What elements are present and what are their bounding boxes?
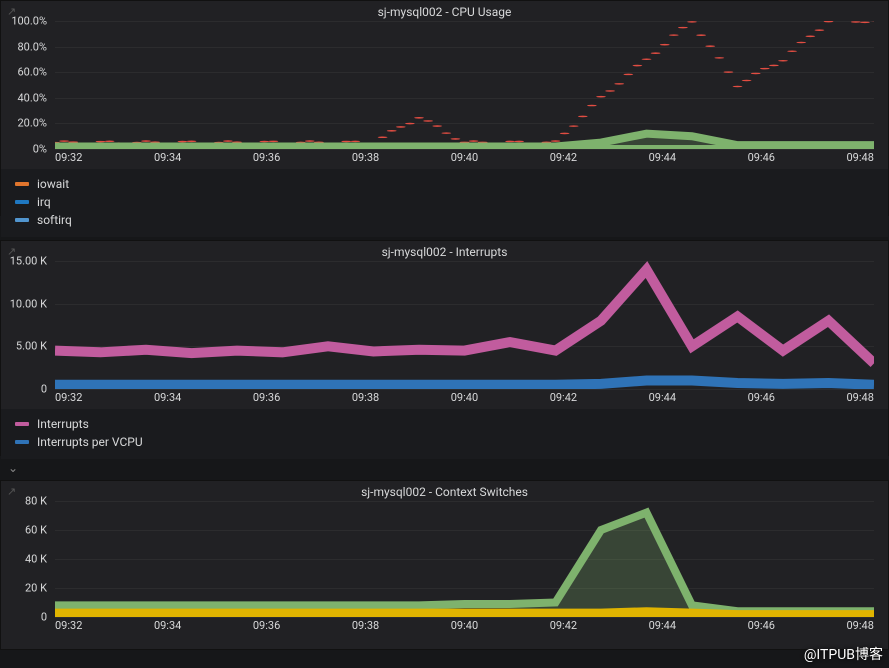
xtick: 09:36 [253,151,280,169]
ytick: 40 K [1,553,51,566]
xtick: 09:46 [748,619,775,637]
legend-cpu: iowait irq softirq [1,169,888,237]
panel-title: sj-mysql002 - CPU Usage [1,1,888,21]
xtick: 09:34 [154,391,181,409]
xtick: 09:32 [55,151,82,169]
xtick: 09:38 [352,619,379,637]
row-collapse[interactable]: ⌄ [0,456,889,480]
panel-title: sj-mysql002 - Context Switches [1,481,888,501]
xtick: 09:42 [550,391,577,409]
xtick: 09:48 [847,151,874,169]
legend-label: Interrupts per VCPU [37,435,143,449]
xtick: 09:42 [550,619,577,637]
legend-swatch [15,422,29,426]
legend-item[interactable]: iowait [15,175,874,193]
xtick: 09:44 [649,151,676,169]
ytick: 80.0% [1,40,51,53]
xtick: 09:48 [847,391,874,409]
ytick: 10.00 K [1,297,51,310]
legend-item[interactable]: Interrupts [15,415,874,433]
watermark: @ITPUB博客 [804,644,883,664]
ytick: 100.0% [1,15,51,28]
panel-cpu: ↗ sj-mysql002 - CPU Usage 0%20.0%40.0%60… [0,0,889,216]
legend-label: softirq [37,213,72,227]
xtick: 09:34 [154,151,181,169]
chart-area-interrupts[interactable]: 05.00 K10.00 K15.00 K [1,261,888,389]
xaxis-ctx: 09:32 09:34 09:36 09:38 09:40 09:42 09:44 09:46… [1,619,888,637]
xtick: 09:34 [154,619,181,637]
chevron-down-icon: ⌄ [8,461,18,475]
xtick: 09:46 [748,151,775,169]
xtick: 09:40 [451,151,478,169]
xtick: 09:38 [352,151,379,169]
legend-item[interactable]: softirq [15,211,874,229]
xtick: 09:38 [352,391,379,409]
legend-swatch [15,182,29,186]
xtick: 09:46 [748,391,775,409]
legend-label: Interrupts [37,417,89,431]
legend-interrupts: Interrupts Interrupts per VCPU [1,409,888,459]
ytick: 60 K [1,524,51,537]
xtick: 09:42 [550,151,577,169]
chart-area-ctx[interactable]: 020 K40 K60 K80 K [1,501,888,617]
ytick: 40.0% [1,91,51,104]
chart-area-cpu[interactable]: 0%20.0%40.0%60.0%80.0%100.0% [1,21,888,149]
xtick: 09:48 [847,619,874,637]
legend-item[interactable]: Interrupts per VCPU [15,433,874,451]
ytick: 5.00 K [1,340,51,353]
legend-swatch [15,218,29,222]
xtick: 09:40 [451,391,478,409]
xaxis-cpu: 09:32 09:34 09:36 09:38 09:40 09:42 09:44 09:46… [1,151,888,169]
legend-swatch [15,200,29,204]
legend-item[interactable]: irq [15,193,874,211]
panel-title: sj-mysql002 - Interrupts [1,241,888,261]
ytick: 15.00 K [1,255,51,268]
ytick: 60.0% [1,66,51,79]
xtick: 09:44 [649,619,676,637]
xaxis-interrupts: 09:32 09:34 09:36 09:38 09:40 09:42 09:44 09:46… [1,391,888,409]
xtick: 09:36 [253,391,280,409]
legend-label: irq [37,195,51,209]
ytick: 20 K [1,582,51,595]
legend-swatch [15,440,29,444]
panel-ctx: ↗ sj-mysql002 - Context Switches 020 K40… [0,480,889,650]
xtick: 09:36 [253,619,280,637]
xtick: 09:44 [649,391,676,409]
panel-interrupts: ↗ sj-mysql002 - Interrupts 05.00 K10.00 … [0,240,889,456]
xtick: 09:40 [451,619,478,637]
xtick: 09:32 [55,619,82,637]
ytick: 80 K [1,495,51,508]
legend-label: iowait [37,177,69,191]
ytick: 20.0% [1,117,51,130]
xtick: 09:32 [55,391,82,409]
